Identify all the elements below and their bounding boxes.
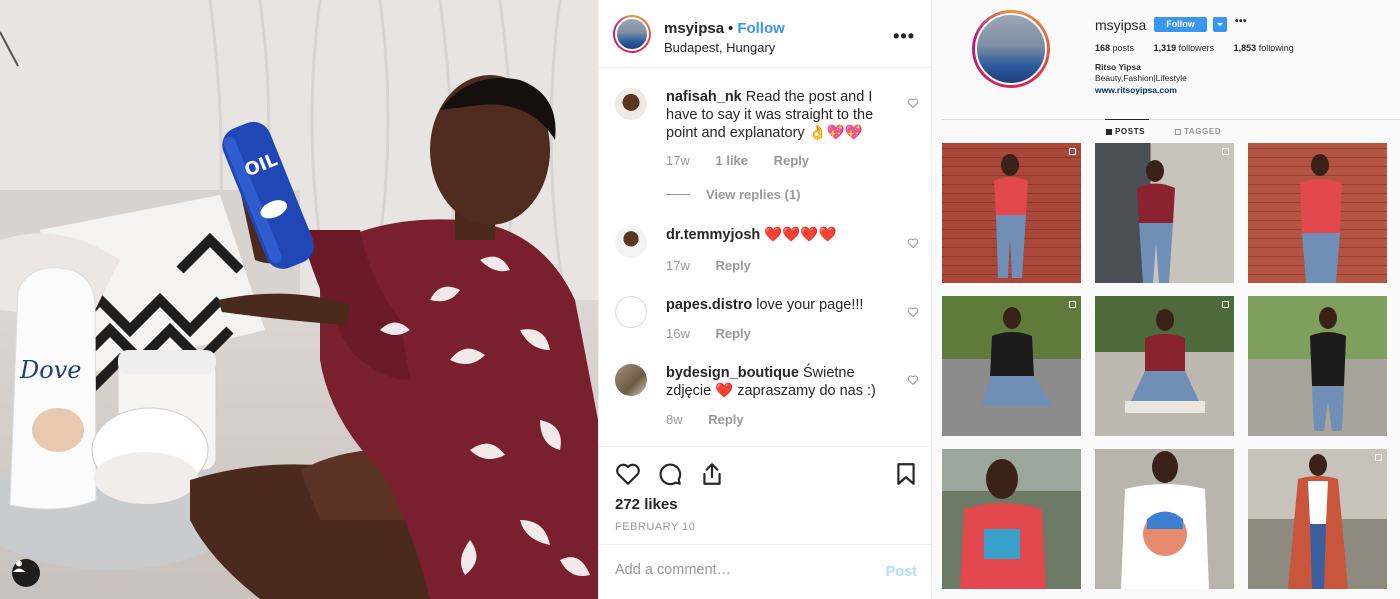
reply-button[interactable]: Reply: [708, 412, 743, 427]
more-options-icon[interactable]: •••: [893, 26, 915, 47]
comment-text: dr.temmyjosh ❤️❤️❤️❤️: [666, 226, 886, 244]
post-header-title: msyipsa • Follow: [664, 20, 785, 37]
tag-icon: [1175, 128, 1181, 135]
multi-photo-icon: [1222, 301, 1229, 308]
grid-icon: [1106, 128, 1112, 135]
grid-post[interactable]: [1095, 296, 1234, 436]
heart-icon[interactable]: [615, 461, 641, 487]
reply-button[interactable]: Reply: [774, 153, 809, 168]
grid-post[interactable]: [1095, 143, 1234, 283]
comment-like-heart-icon[interactable]: [907, 237, 919, 249]
bookmark-icon[interactable]: [893, 461, 919, 487]
user-tag-icon[interactable]: [12, 559, 40, 587]
add-comment-bar: Post: [599, 544, 933, 599]
likes-count[interactable]: 272 likes: [615, 496, 678, 513]
multi-photo-icon: [1069, 301, 1076, 308]
grid-post[interactable]: [1248, 143, 1387, 283]
profile-username: msyipsa: [1095, 17, 1147, 33]
comment-meta: 8w Reply: [666, 412, 766, 427]
post-comment-button[interactable]: Post: [886, 564, 917, 580]
commenter-avatar[interactable]: [615, 364, 647, 396]
commenter-avatar[interactable]: [615, 296, 647, 328]
grid-post[interactable]: [1095, 449, 1234, 589]
follow-button[interactable]: Follow: [737, 20, 785, 37]
comment-like-heart-icon[interactable]: [907, 306, 919, 318]
grid-post[interactable]: [942, 449, 1081, 589]
commenter-username[interactable]: bydesign_boutique: [666, 365, 799, 381]
commenter-avatar[interactable]: [615, 226, 647, 258]
followers-stat[interactable]: 1,319 followers: [1154, 43, 1215, 53]
grid-post[interactable]: [1248, 449, 1387, 589]
profile-follow-button[interactable]: Follow: [1154, 17, 1207, 32]
post-actions: 272 likes FEBRUARY 10: [599, 446, 933, 544]
author-avatar[interactable]: [613, 15, 651, 53]
multi-photo-icon: [1069, 148, 1076, 155]
share-icon[interactable]: [699, 461, 725, 487]
view-replies-label: View replies (1): [706, 187, 801, 202]
comment-like-heart-icon[interactable]: [907, 374, 919, 386]
comment-text: nafisah_nk Read the post and I have to s…: [666, 88, 886, 142]
comment-like-count[interactable]: 1 like: [715, 153, 748, 168]
post-photo[interactable]: Dove OIL: [0, 0, 598, 599]
following-label: following: [1258, 43, 1294, 53]
comment-icon[interactable]: [657, 461, 683, 487]
grid-post[interactable]: [942, 296, 1081, 436]
commenter-username[interactable]: papes.distro: [666, 297, 752, 313]
post-location[interactable]: Budapest, Hungary: [664, 40, 775, 55]
followers-count: 1,319: [1153, 43, 1177, 53]
comment-text: papes.distro love your page!!!: [666, 296, 886, 314]
profile-avatar[interactable]: [972, 10, 1050, 88]
separator-dot: •: [728, 20, 734, 37]
multi-photo-icon: [1222, 148, 1229, 155]
tab-tagged-label: TAGGED: [1184, 127, 1222, 136]
multi-photo-icon: [1375, 454, 1382, 461]
svg-text:Dove: Dove: [19, 356, 81, 384]
following-count: 1,853: [1233, 43, 1257, 53]
profile-stats: 168 posts 1,319 followers 1,853 followin…: [1095, 43, 1311, 53]
profile-tabs: POSTS TAGGED: [941, 119, 1400, 141]
tab-tagged[interactable]: TAGGED: [1175, 127, 1221, 136]
posts-count: 168: [1095, 43, 1111, 53]
profile-full-name: Ritso Yipsa: [1095, 62, 1141, 72]
profile-bio: Beauty,Fashion|Lifestyle: [1095, 73, 1187, 83]
comment-age: 17w: [666, 258, 690, 273]
tab-posts[interactable]: POSTS: [1104, 119, 1150, 136]
posts-stat: 168 posts: [1095, 43, 1134, 53]
profile-website-link[interactable]: www.ritsoyipsa.com: [1095, 85, 1177, 95]
post-photo-illustration: Dove OIL: [0, 0, 598, 599]
comments-list: nafisah_nk Read the post and I have to s…: [599, 68, 933, 446]
commenter-avatar[interactable]: [615, 88, 647, 120]
author-username[interactable]: msyipsa: [664, 20, 724, 37]
commenter-username[interactable]: dr.temmyjosh: [666, 227, 760, 243]
commenter-username[interactable]: nafisah_nk: [666, 89, 742, 105]
post-header: msyipsa • Follow Budapest, Hungary •••: [599, 0, 931, 68]
comment-age: 16w: [666, 326, 690, 341]
comment-age: 17w: [666, 153, 690, 168]
profile-panel: msyipsa Follow ••• 168 posts 1,319 follo…: [933, 0, 1400, 599]
post-panel: msyipsa • Follow Budapest, Hungary ••• naf…: [598, 0, 933, 599]
comment-like-heart-icon[interactable]: [907, 97, 919, 109]
comment-meta: 16w Reply: [666, 326, 773, 341]
suggestions-dropdown-icon[interactable]: [1213, 17, 1227, 32]
reply-button[interactable]: Reply: [715, 258, 750, 273]
comment-meta: 17w Reply: [666, 258, 773, 273]
replies-dash: [666, 194, 690, 195]
profile-more-icon[interactable]: •••: [1235, 16, 1247, 27]
posts-label: posts: [1112, 43, 1135, 53]
comment-body: love your page!!!: [756, 297, 864, 313]
grid-post[interactable]: [1248, 296, 1387, 436]
grid-post[interactable]: [942, 143, 1081, 283]
reply-button[interactable]: Reply: [715, 326, 750, 341]
following-stat[interactable]: 1,853 following: [1234, 43, 1294, 53]
tab-posts-label: POSTS: [1115, 127, 1146, 136]
comment-meta: 17w 1 like Reply: [666, 153, 831, 168]
followers-label: followers: [1178, 43, 1215, 53]
comment-age: 8w: [666, 412, 683, 427]
comment-body: ❤️❤️❤️❤️: [764, 227, 837, 243]
view-replies-link[interactable]: View replies (1): [666, 187, 800, 202]
post-date: FEBRUARY 10: [615, 521, 696, 533]
comment-text: bydesign_boutique Świetne zdjęcie ❤️ zap…: [666, 364, 896, 400]
add-comment-input[interactable]: [615, 562, 865, 578]
